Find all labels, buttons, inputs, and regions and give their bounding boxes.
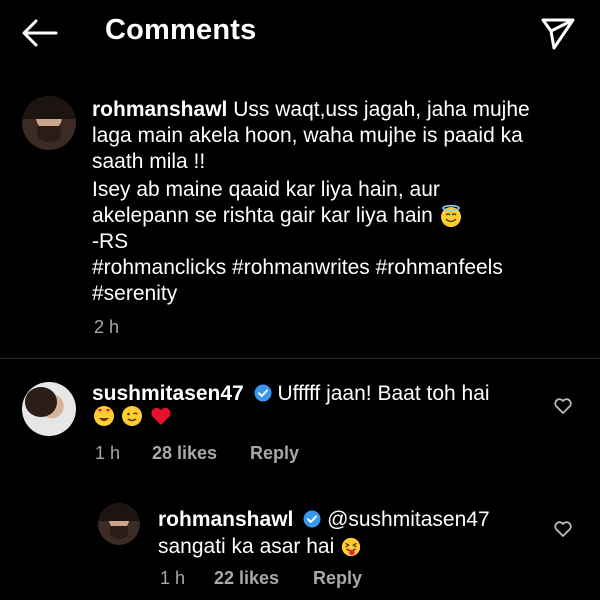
heart-icon[interactable] <box>553 519 573 539</box>
divider <box>0 358 600 359</box>
reply-reply-button[interactable]: Reply <box>313 568 362 589</box>
reply-likes[interactable]: 22 likes <box>214 568 279 589</box>
caption-line: akelepann se rishta gair kar liya hain <box>92 203 463 229</box>
comment-emojis <box>92 404 173 430</box>
reply-line: sangati ka asar hai <box>158 534 362 560</box>
verified-icon <box>254 384 272 402</box>
send-icon[interactable] <box>540 16 576 50</box>
reply-text: sangati ka asar hai <box>158 535 335 558</box>
caption-username[interactable]: rohmanshawl <box>92 98 227 121</box>
verified-icon <box>303 510 321 528</box>
caption-line: Isey ab maine qaaid kar liya hain, aur <box>92 178 440 201</box>
tongue-wink-emoji <box>341 538 361 557</box>
comment-likes[interactable]: 28 likes <box>152 443 217 464</box>
comment-username[interactable]: sushmitasen47 <box>92 382 244 405</box>
caption-line: saath mila !! <box>92 150 206 173</box>
caption-line: -RS <box>92 230 129 253</box>
caption-timestamp: 2 h <box>94 317 120 337</box>
wink-emoji <box>122 406 143 426</box>
heart-icon[interactable] <box>553 396 573 416</box>
back-arrow-icon[interactable] <box>22 18 58 48</box>
caption-text: akelepann se rishta gair kar liya hain <box>92 204 433 227</box>
avatar[interactable] <box>98 503 140 545</box>
avatar[interactable] <box>22 382 76 436</box>
smiling-halo-emoji <box>440 205 461 228</box>
top-bar: Comments <box>0 0 600 68</box>
heart-eyes-emoji <box>94 406 114 426</box>
caption-hashtags[interactable]: #serenity <box>92 281 177 307</box>
comment-timestamp: 1 h <box>95 443 121 463</box>
reply-timestamp: 1 h <box>160 568 186 588</box>
red-heart-emoji <box>151 407 171 425</box>
avatar[interactable] <box>22 96 76 150</box>
reply-username[interactable]: rohmanshawl <box>158 508 293 531</box>
reply-line: rohmanshawl @sushmitasen47 <box>158 507 490 533</box>
caption-line: rohmanshawl Uss waqt,uss jagah, jaha muj… <box>92 97 530 123</box>
page-title: Comments <box>105 14 257 46</box>
reply-mention[interactable]: @sushmitasen47 <box>327 508 490 531</box>
caption-line: laga main akela hoon, waha mujhe is paai… <box>92 124 523 147</box>
comment-text: Ufffff jaan! Baat toh hai <box>277 382 490 405</box>
comment-reply-button[interactable]: Reply <box>250 443 299 464</box>
caption-hashtags[interactable]: #rohmanclicks #rohmanwrites #rohmanfeels <box>92 255 503 281</box>
caption-text: Uss waqt,uss jagah, jaha mujhe <box>233 98 530 121</box>
